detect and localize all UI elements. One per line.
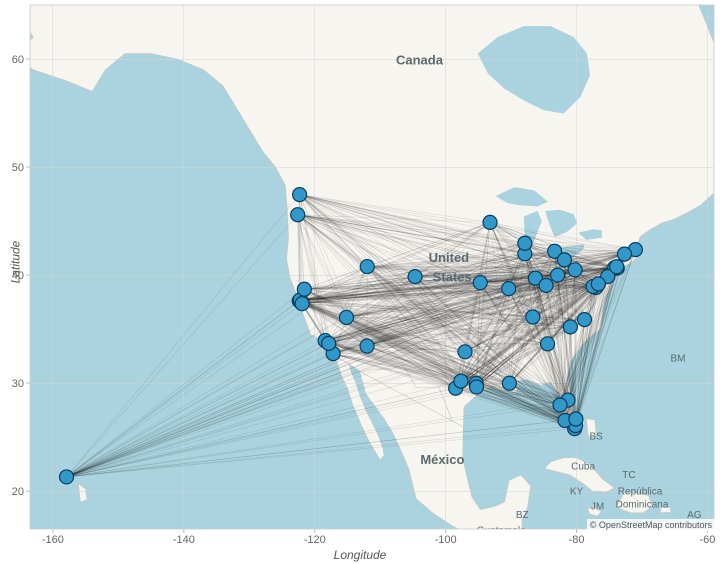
airport-node[interactable] [539, 278, 553, 292]
airport-node[interactable] [617, 247, 631, 261]
map-root: Latitude Longitude CanadaUnitedStatesMéx… [0, 0, 720, 564]
airport-node[interactable] [293, 188, 307, 202]
airport-node[interactable] [473, 276, 487, 290]
airport-node[interactable] [360, 260, 374, 274]
airport-node[interactable] [322, 336, 336, 350]
airport-node[interactable] [470, 380, 484, 394]
airport-node[interactable] [60, 470, 74, 484]
airport-node[interactable] [557, 253, 571, 267]
axis-title-y: Latitude [8, 241, 22, 284]
airport-node[interactable] [297, 282, 311, 296]
airport-node[interactable] [568, 263, 582, 277]
airport-node[interactable] [518, 236, 532, 250]
tick-label-y: 30 [12, 378, 24, 390]
airport-node[interactable] [483, 215, 497, 229]
airport-node[interactable] [569, 412, 583, 426]
airport-node[interactable] [339, 310, 353, 324]
airport-node[interactable] [563, 320, 577, 334]
tick-label-x: -60 [700, 534, 716, 546]
puerto-rico [660, 507, 671, 512]
airport-node[interactable] [291, 208, 305, 222]
tick-label-x: -160 [42, 534, 64, 546]
map-svg[interactable]: CanadaUnitedStatesMéxicoCubaKYBSJMTCRepú… [0, 0, 720, 564]
airport-node[interactable] [408, 270, 422, 284]
airport-node[interactable] [502, 376, 516, 390]
bahamas [586, 419, 596, 437]
airport-node[interactable] [551, 268, 565, 282]
airport-node[interactable] [360, 339, 374, 353]
airport-node[interactable] [454, 374, 468, 388]
airport-node[interactable] [553, 398, 567, 412]
tick-label-x: -140 [173, 534, 195, 546]
airport-node[interactable] [577, 313, 591, 327]
tick-label-x: -120 [304, 534, 326, 546]
airport-node[interactable] [591, 277, 605, 291]
tick-label-y: 20 [12, 486, 24, 498]
tick-label-y: 50 [12, 162, 24, 174]
airport-node[interactable] [526, 310, 540, 324]
tick-label-x: -80 [569, 534, 585, 546]
attribution-text: © OpenStreetMap contributors [587, 519, 715, 531]
tick-label-y: 60 [12, 54, 24, 66]
airport-node[interactable] [502, 282, 516, 296]
airport-node[interactable] [610, 260, 624, 274]
tick-label-x: -100 [435, 534, 457, 546]
airport-node[interactable] [458, 345, 472, 359]
airport-node[interactable] [541, 337, 555, 351]
airport-node[interactable] [295, 297, 309, 311]
axis-title-x: Longitude [0, 548, 720, 562]
